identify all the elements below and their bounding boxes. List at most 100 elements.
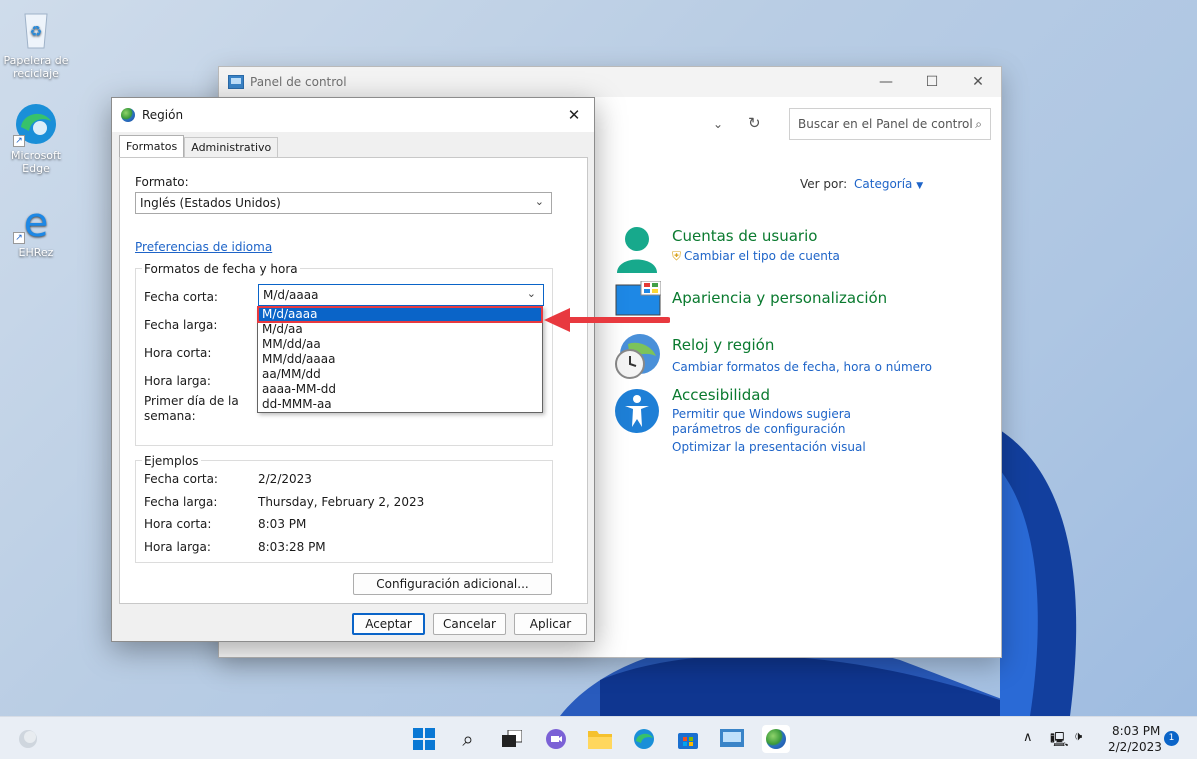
edge-icon[interactable] <box>630 725 658 753</box>
region-dialog: Región ✕ Formatos Administrativo Formato… <box>111 97 595 642</box>
dropdown-option[interactable]: MM/dd/aa <box>258 337 542 352</box>
dropdown-option[interactable]: MM/dd/aaaa <box>258 352 542 367</box>
accessibility-icon <box>614 387 660 438</box>
apply-button[interactable]: Aplicar <box>514 613 587 635</box>
short-date-label: Fecha corta: <box>144 290 218 304</box>
link-optimize-visual-display[interactable]: Optimizar la presentación visual <box>672 440 922 455</box>
dropdown-option[interactable]: aa/MM/dd <box>258 367 542 382</box>
dialog-title: Región <box>142 108 184 122</box>
example-value: 2/2/2023 <box>258 472 312 486</box>
link-windows-suggest-settings[interactable]: Permitir que Windows sugiera parámetros … <box>672 407 922 437</box>
long-time-label: Hora larga: <box>144 374 211 388</box>
close-button[interactable]: ✕ <box>562 104 586 126</box>
format-label: Formato: <box>135 175 189 189</box>
tab-administrative[interactable]: Administrativo <box>184 137 279 157</box>
examples-title: Ejemplos <box>142 454 201 468</box>
task-view-icon[interactable] <box>498 725 526 753</box>
address-history-chevron-icon[interactable]: ⌄ <box>713 117 723 131</box>
file-explorer-icon[interactable] <box>586 725 614 753</box>
dropdown-option[interactable]: M/d/aa <box>258 322 542 337</box>
dropdown-option[interactable]: aaaa-MM-dd <box>258 382 542 397</box>
example-label: Hora corta: <box>144 517 212 531</box>
long-date-label: Fecha larga: <box>144 318 218 332</box>
shield-icon: ⛨ <box>672 249 682 263</box>
first-day-label-line2: semana: <box>144 409 196 423</box>
network-icon[interactable]: 🖳 <box>1050 729 1069 753</box>
example-value: 8:03 PM <box>258 517 307 531</box>
example-label: Hora larga: <box>144 540 211 554</box>
edge-icon: ↗ <box>13 101 59 147</box>
region-dialog-titlebar[interactable]: Región ✕ <box>112 98 594 132</box>
link-change-account-type[interactable]: Cambiar el tipo de cuenta <box>684 249 840 264</box>
category-clock-region[interactable]: Reloj y región <box>672 336 932 354</box>
ie-icon: e ↗ <box>13 198 59 246</box>
view-by-dropdown[interactable]: Categoría ▼ <box>854 177 923 191</box>
globe-icon <box>766 729 786 749</box>
shortcut-arrow-icon: ↗ <box>13 135 25 147</box>
shortcut-arrow-icon: ↗ <box>13 232 25 244</box>
volume-icon[interactable]: 🕩 <box>1074 729 1082 744</box>
link-change-date-formats[interactable]: Cambiar formatos de fecha, hora o número <box>672 360 932 375</box>
control-panel-taskbar-icon[interactable] <box>718 725 746 753</box>
window-title: Panel de control <box>250 75 347 89</box>
ok-button[interactable]: Aceptar <box>352 613 425 635</box>
additional-settings-button[interactable]: Configuración adicional... <box>353 573 552 595</box>
maximize-button[interactable]: ☐ <box>909 67 955 97</box>
clock-globe-icon <box>612 332 662 385</box>
caret-down-icon: ▼ <box>916 181 924 191</box>
dropdown-option[interactable]: M/d/aaaa <box>257 306 543 323</box>
category-user-accounts[interactable]: Cuentas de usuario <box>672 227 840 245</box>
refresh-icon[interactable]: ↻ <box>748 114 761 132</box>
user-accounts-icon <box>615 225 659 276</box>
chevron-down-icon: ⌄ <box>526 287 536 300</box>
desktop-icon-recycle-bin[interactable]: ♻ Papelera de reciclaje <box>1 6 71 80</box>
start-icon[interactable] <box>410 725 438 753</box>
search-placeholder: Buscar en el Panel de control <box>798 117 973 131</box>
show-hidden-icons-icon[interactable]: ∧ <box>1023 730 1033 745</box>
language-preferences-link[interactable]: Preferencias de idioma <box>135 240 272 254</box>
example-label: Fecha corta: <box>144 472 218 486</box>
annotation-arrow <box>544 308 670 332</box>
notification-badge[interactable]: 1 <box>1164 731 1179 746</box>
date-time-formats-title: Formatos de fecha y hora <box>142 262 300 276</box>
store-icon[interactable] <box>674 725 702 753</box>
example-value: 8:03:28 PM <box>258 540 326 554</box>
close-button[interactable]: ✕ <box>955 67 1001 97</box>
taskbar: ⌕ ∧ 🖳 🕩 8:03 PM 2/2/2023 1 <box>0 716 1197 759</box>
category-accessibility[interactable]: Accesibilidad <box>672 386 922 404</box>
short-date-dropdown-list: M/d/aaaa M/d/aa MM/dd/aa MM/dd/aaaa aa/M… <box>257 306 543 413</box>
short-date-select[interactable]: M/d/aaaa ⌄ <box>258 284 544 306</box>
region-taskbar-icon[interactable] <box>762 725 790 753</box>
desktop-icon-label: Microsoft Edge <box>10 149 62 175</box>
clock-date[interactable]: 2/2/2023 <box>1108 740 1162 754</box>
desktop-icon-label: EHRez <box>18 246 54 259</box>
tab-formats[interactable]: Formatos <box>119 135 185 157</box>
svg-text:e: e <box>24 200 49 244</box>
category-appearance[interactable]: Apariencia y personalización <box>672 289 887 307</box>
minimize-button[interactable]: — <box>863 67 909 97</box>
desktop-icon-ehrez[interactable]: e ↗ EHRez <box>1 198 71 259</box>
globe-icon <box>121 108 135 122</box>
svg-text:♻: ♻ <box>30 24 43 40</box>
short-time-label: Hora corta: <box>144 346 212 360</box>
control-panel-icon <box>228 75 244 89</box>
recycle-bin-icon: ♻ <box>13 6 59 52</box>
control-panel-titlebar[interactable]: Panel de control — ☐ ✕ <box>219 67 1001 97</box>
desktop-icon-label: Papelera de reciclaje <box>3 54 69 80</box>
clock-time[interactable]: 8:03 PM <box>1112 724 1160 738</box>
desktop-icon-edge[interactable]: ↗ Microsoft Edge <box>1 101 71 175</box>
chat-icon[interactable] <box>542 725 570 753</box>
cancel-button[interactable]: Cancelar <box>433 613 506 635</box>
weather-icon[interactable] <box>14 725 42 753</box>
chevron-down-icon: ⌄ <box>534 195 544 208</box>
search-input[interactable]: Buscar en el Panel de control ⌕ <box>789 108 991 140</box>
example-value: Thursday, February 2, 2023 <box>258 495 425 509</box>
format-select[interactable]: Inglés (Estados Unidos) ⌄ <box>135 192 552 214</box>
first-day-label: Primer día de la semana: <box>144 394 239 424</box>
search-icon: ⌕ <box>975 116 982 131</box>
short-date-value: M/d/aaaa <box>263 288 319 302</box>
view-by-label: Ver por: <box>800 177 848 191</box>
format-value: Inglés (Estados Unidos) <box>140 196 281 210</box>
dropdown-option[interactable]: dd-MMM-aa <box>258 397 542 412</box>
search-icon[interactable]: ⌕ <box>454 725 482 753</box>
